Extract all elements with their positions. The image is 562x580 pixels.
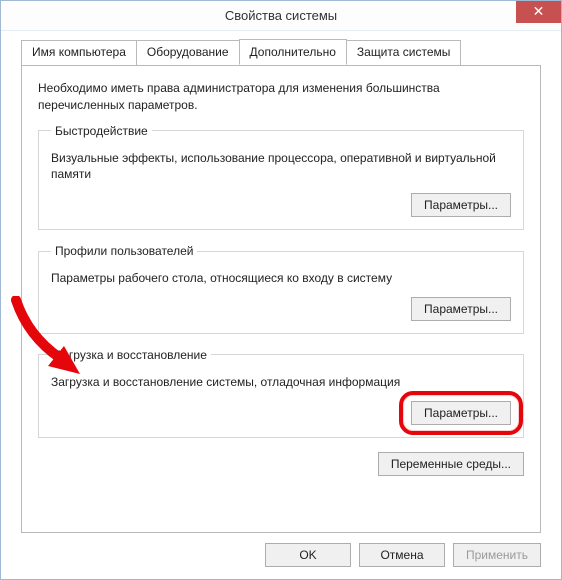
group-performance: Быстродействие Визуальные эффекты, испол… bbox=[38, 124, 524, 231]
system-properties-window: Свойства системы ✕ Имя компьютера Оборуд… bbox=[0, 0, 562, 580]
titlebar: Свойства системы ✕ bbox=[1, 1, 561, 31]
dialog-button-row: OK Отмена Применить bbox=[1, 533, 561, 579]
tab-label: Защита системы bbox=[357, 45, 450, 59]
close-icon: ✕ bbox=[533, 3, 545, 19]
tab-hardware[interactable]: Оборудование bbox=[136, 40, 240, 66]
close-button[interactable]: ✕ bbox=[516, 1, 561, 23]
tab-computer-name[interactable]: Имя компьютера bbox=[21, 40, 137, 66]
tab-label: Оборудование bbox=[147, 45, 229, 59]
group-startup-desc: Загрузка и восстановление системы, отлад… bbox=[51, 374, 511, 391]
tab-label: Дополнительно bbox=[250, 45, 336, 59]
window-title: Свойства системы bbox=[225, 8, 337, 23]
tab-label: Имя компьютера bbox=[32, 45, 126, 59]
group-profiles-legend: Профили пользователей bbox=[51, 244, 197, 258]
tab-advanced[interactable]: Дополнительно bbox=[239, 39, 347, 65]
ok-button[interactable]: OK bbox=[265, 543, 351, 567]
startup-settings-button[interactable]: Параметры... bbox=[411, 401, 511, 425]
apply-button[interactable]: Применить bbox=[453, 543, 541, 567]
group-startup-legend: Загрузка и восстановление bbox=[51, 348, 211, 362]
tab-system-protection[interactable]: Защита системы bbox=[346, 40, 461, 66]
tabbar: Имя компьютера Оборудование Дополнительн… bbox=[1, 31, 561, 65]
group-performance-desc: Визуальные эффекты, использование процес… bbox=[51, 150, 511, 184]
group-profiles-desc: Параметры рабочего стола, относящиеся ко… bbox=[51, 270, 511, 287]
profiles-settings-button[interactable]: Параметры... bbox=[411, 297, 511, 321]
cancel-button[interactable]: Отмена bbox=[359, 543, 445, 567]
environment-variables-button[interactable]: Переменные среды... bbox=[378, 452, 524, 476]
tab-content-advanced: Необходимо иметь права администратора дл… bbox=[21, 65, 541, 533]
intro-text: Необходимо иметь права администратора дл… bbox=[38, 80, 524, 114]
group-startup: Загрузка и восстановление Загрузка и вос… bbox=[38, 348, 524, 438]
group-profiles: Профили пользователей Параметры рабочего… bbox=[38, 244, 524, 334]
group-performance-legend: Быстродействие bbox=[51, 124, 152, 138]
performance-settings-button[interactable]: Параметры... bbox=[411, 193, 511, 217]
